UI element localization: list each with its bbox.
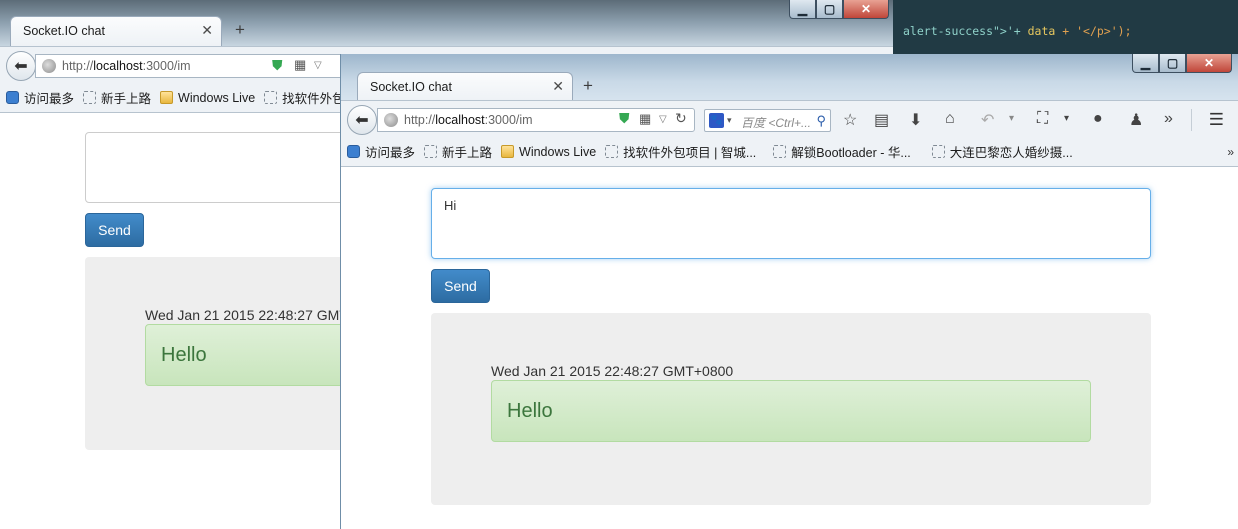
search-input[interactable]: 🐾 ▾ 百度 <Ctrl+... ⚲ <box>704 109 831 132</box>
search-icon[interactable]: ⚲ <box>816 113 826 129</box>
code-line: alert-success">'+ data + '</p>'); <box>903 24 1132 38</box>
chevron-down-icon[interactable]: ▾ <box>1009 113 1014 124</box>
page-icon <box>773 145 787 158</box>
tab-title: Socket.IO chat <box>370 80 452 94</box>
url-text: http://localhost:3000/im <box>404 113 533 127</box>
reload-icon[interactable]: ↻ <box>675 110 687 127</box>
download-icon[interactable]: ⬇ <box>909 110 922 130</box>
bookmark-item[interactable]: 新手上路 <box>83 88 151 107</box>
overflow-chevron-icon[interactable]: » <box>1164 110 1173 128</box>
bookmarks-bar: 访问最多 新手上路 Windows Live 找软件外包项目 | 智城... 解… <box>341 137 1238 167</box>
chevron-down-icon[interactable]: ▽ <box>659 114 667 125</box>
chevron-down-icon[interactable]: ▾ <box>727 115 732 126</box>
home-icon[interactable]: ⌂ <box>945 110 955 128</box>
chevron-down-icon[interactable]: ▽ <box>314 60 322 71</box>
message-timestamp: Wed Jan 21 2015 22:48:27 GMT <box>145 307 348 323</box>
baidu-icon[interactable]: 🐾 <box>709 113 724 128</box>
star-icon[interactable]: ☆ <box>843 110 857 130</box>
shield-icon[interactable]: ⛊ <box>272 57 283 74</box>
qr-code-icon[interactable]: ▦ <box>294 57 306 73</box>
search-placeholder: 百度 <Ctrl+... <box>741 116 812 130</box>
back-button[interactable]: ⬅ <box>6 51 36 81</box>
title-bar: ▁ ▢ ✕ Socket.IO chat ✕ + <box>341 54 1238 101</box>
arrow-left-icon: ⬅ <box>14 58 28 75</box>
new-tab-icon[interactable]: + <box>235 20 245 40</box>
close-window-button[interactable]: ✕ <box>843 0 889 19</box>
most-visited-icon <box>6 91 19 104</box>
tab-close-icon[interactable]: ✕ <box>552 78 564 95</box>
messages-well: Wed Jan 21 2015 22:48:27 GMT+0800 Hello <box>431 313 1151 505</box>
toolbar-divider <box>1191 109 1192 131</box>
tab-close-icon[interactable]: ✕ <box>201 22 213 39</box>
tab-socket-io-chat[interactable]: Socket.IO chat ✕ <box>357 72 573 101</box>
globe-icon <box>384 113 398 127</box>
maximize-button[interactable]: ▢ <box>1159 54 1186 73</box>
bookmark-item[interactable]: Windows Live <box>160 91 255 105</box>
arrow-left-icon: ⬅ <box>355 112 369 129</box>
code-editor-window: alert-success">'+ data + '</p>'); <box>893 0 1238 60</box>
shield-icon[interactable]: ⛊ <box>619 110 630 127</box>
page-icon <box>605 145 619 158</box>
minimize-button[interactable]: ▁ <box>1132 54 1159 73</box>
bookmark-item[interactable]: 新手上路 <box>424 142 492 161</box>
tab-socket-io-chat[interactable]: Socket.IO chat ✕ <box>10 16 222 46</box>
close-window-button[interactable]: ✕ <box>1186 54 1232 73</box>
navigation-bar: ⬅ http://localhost:3000/im ⛊ ▦ ▽ ↻ 🐾 ▾ 百… <box>341 100 1238 137</box>
bookmark-item[interactable]: 找软件外包 <box>264 88 345 107</box>
chevron-down-icon[interactable]: ▾ <box>1064 113 1069 124</box>
title-bar: ▁ ▢ ✕ Socket.IO chat ✕ + <box>0 0 893 46</box>
send-button[interactable]: Send <box>431 269 490 303</box>
page-icon <box>83 91 97 104</box>
desktop: alert-success">'+ data + '</p>'); ▁ ▢ ✕ … <box>0 0 1238 529</box>
undo-icon[interactable]: ↶ <box>981 110 994 130</box>
tab-title: Socket.IO chat <box>23 24 105 38</box>
qr-code-icon[interactable]: ▦ <box>639 111 651 127</box>
folder-icon <box>160 91 174 104</box>
bookmark-item[interactable]: 找软件外包项目 | 智城... <box>605 142 756 161</box>
page-icon <box>424 145 438 158</box>
message-input[interactable]: Hi <box>431 188 1151 259</box>
browser-window-front: ▁ ▢ ✕ Socket.IO chat ✕ + ⬅ http://localh… <box>340 54 1238 529</box>
page-icon <box>931 145 945 158</box>
bookmark-item[interactable]: 大连巴黎恋人婚纱摄... <box>931 142 1073 161</box>
back-button[interactable]: ⬅ <box>347 105 377 135</box>
menu-icon[interactable]: ☰ <box>1209 110 1224 130</box>
window-controls: ▁ ▢ ✕ <box>789 0 889 20</box>
globe-icon <box>42 59 56 73</box>
bookmark-item[interactable]: 访问最多 <box>347 142 415 161</box>
url-text: http://localhost:3000/im <box>62 59 191 73</box>
window-controls: ▁ ▢ ✕ <box>1132 54 1232 74</box>
crop-icon[interactable]: ⛶ <box>1037 110 1048 128</box>
page-icon <box>264 91 278 104</box>
bookmark-item[interactable]: Windows Live <box>501 145 596 159</box>
user-icon[interactable]: ♟ <box>1129 110 1143 130</box>
bookmark-item[interactable]: 解锁Bootloader - 华... <box>773 142 911 161</box>
bookmark-item[interactable]: 访问最多 <box>6 88 74 107</box>
new-tab-icon[interactable]: + <box>583 76 593 96</box>
send-button[interactable]: Send <box>85 213 144 247</box>
reading-list-icon[interactable]: ▤ <box>874 110 889 130</box>
minimize-button[interactable]: ▁ <box>789 0 816 19</box>
folder-icon <box>501 145 515 158</box>
chat-bubble-icon[interactable]: ● <box>1093 110 1103 128</box>
maximize-button[interactable]: ▢ <box>816 0 843 19</box>
bookmarks-overflow-icon[interactable]: » <box>1227 145 1234 159</box>
page-content: Hi Send Wed Jan 21 2015 22:48:27 GMT+080… <box>341 167 1238 529</box>
message-alert: Hello <box>491 380 1091 442</box>
most-visited-icon <box>347 145 360 158</box>
message-timestamp: Wed Jan 21 2015 22:48:27 GMT+0800 <box>491 363 734 379</box>
